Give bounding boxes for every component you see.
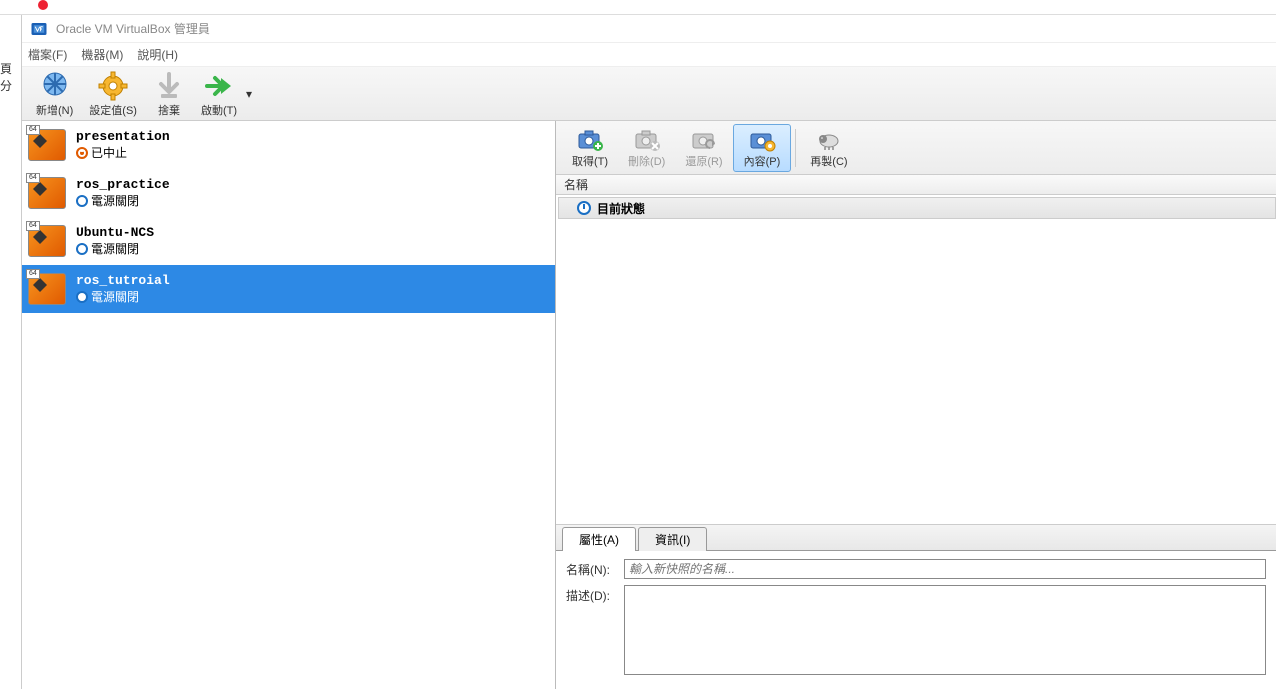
vm-name: ros_tutroial xyxy=(76,273,170,288)
property-tabs: 屬性(A) 資訊(I) xyxy=(556,525,1276,551)
take-snapshot-button[interactable]: 取得(T) xyxy=(562,125,618,171)
details-pane: 取得(T) 刪除(D) xyxy=(556,121,1276,689)
snapshot-description-input[interactable] xyxy=(624,585,1266,675)
recorder-dot-icon xyxy=(38,0,48,10)
background-text: 頁 分 xyxy=(0,60,21,94)
snapshot-column-header[interactable]: 名稱 xyxy=(556,175,1276,195)
toolbar-separator xyxy=(795,129,796,167)
virtualbox-window: Oracle VM VirtualBox 管理員 檔案(F) 機器(M) 說明(… xyxy=(22,15,1276,689)
vm-os-icon: 64 xyxy=(26,175,68,211)
gear-icon xyxy=(97,70,129,102)
aborted-icon xyxy=(76,147,88,159)
tab-info[interactable]: 資訊(I) xyxy=(638,527,707,551)
camera-restore-icon xyxy=(690,128,718,152)
delete-snapshot-button: 刪除(D) xyxy=(618,125,675,171)
vm-status: 已中止 xyxy=(76,144,170,161)
new-button[interactable]: 新增(N) xyxy=(28,68,81,120)
camera-gear-icon xyxy=(748,128,776,152)
vm-item-ros_practice[interactable]: 64 ros_practice電源關閉 xyxy=(22,169,555,217)
tab-attributes[interactable]: 屬性(A) xyxy=(562,527,636,551)
menu-file[interactable]: 檔案(F) xyxy=(28,46,67,63)
window-title: Oracle VM VirtualBox 管理員 xyxy=(56,20,210,37)
name-label: 名稱(N): xyxy=(566,559,624,578)
settings-button[interactable]: 設定值(S) xyxy=(81,68,145,120)
vm-status: 電源關閉 xyxy=(76,192,170,209)
snapshot-name-input[interactable] xyxy=(624,559,1266,579)
discard-icon xyxy=(153,70,185,102)
camera-x-icon xyxy=(633,128,661,152)
clone-button[interactable]: 再製(C) xyxy=(800,125,857,171)
vm-os-icon: 64 xyxy=(26,223,68,259)
menubar: 檔案(F) 機器(M) 說明(H) xyxy=(22,43,1276,67)
description-label: 描述(D): xyxy=(566,585,624,604)
off-icon xyxy=(76,195,88,207)
camera-plus-icon xyxy=(576,128,604,152)
snapshot-tree[interactable]: 目前狀態 xyxy=(556,195,1276,525)
vm-item-Ubuntu-NCS[interactable]: 64 Ubuntu-NCS電源關閉 xyxy=(22,217,555,265)
vm-os-icon: 64 xyxy=(26,271,68,307)
snapshot-toolbar: 取得(T) 刪除(D) xyxy=(556,121,1276,175)
sheep-icon xyxy=(815,128,843,152)
off-icon xyxy=(76,291,88,303)
menu-help[interactable]: 說明(H) xyxy=(137,46,178,63)
start-button[interactable]: 啟動(T) xyxy=(193,68,245,120)
discard-button[interactable]: 捨棄 xyxy=(145,68,193,120)
off-icon xyxy=(76,243,88,255)
vm-name: Ubuntu-NCS xyxy=(76,225,154,240)
vm-name: presentation xyxy=(76,129,170,144)
vm-status: 電源關閉 xyxy=(76,288,170,305)
current-state-row[interactable]: 目前狀態 xyxy=(558,197,1276,219)
menu-machine[interactable]: 機器(M) xyxy=(81,46,123,63)
vm-status: 電源關閉 xyxy=(76,240,154,257)
power-icon xyxy=(577,201,591,215)
vm-item-ros_tutroial[interactable]: 64 ros_tutroial電源關閉 xyxy=(22,265,555,313)
background-window-sliver: 頁 分 xyxy=(0,15,22,689)
snapshot-form: 名稱(N): 描述(D): xyxy=(556,551,1276,689)
main-toolbar: 新增(N) 設定值(S) 捨棄 xyxy=(22,67,1276,121)
properties-button[interactable]: 內容(P) xyxy=(733,124,792,172)
vm-item-presentation[interactable]: 64 presentation已中止 xyxy=(22,121,555,169)
start-dropdown[interactable]: ▾ xyxy=(243,87,255,101)
new-icon xyxy=(39,70,71,102)
restore-snapshot-button: 還原(R) xyxy=(675,125,732,171)
vm-list: 64presentation已中止64ros_practice電源關閉64Ubu… xyxy=(22,121,556,689)
start-icon xyxy=(203,70,235,102)
current-state-label: 目前狀態 xyxy=(597,200,645,217)
titlebar: Oracle VM VirtualBox 管理員 xyxy=(22,15,1276,43)
virtualbox-logo-icon xyxy=(30,20,48,38)
vm-os-icon: 64 xyxy=(26,127,68,163)
vm-name: ros_practice xyxy=(76,177,170,192)
